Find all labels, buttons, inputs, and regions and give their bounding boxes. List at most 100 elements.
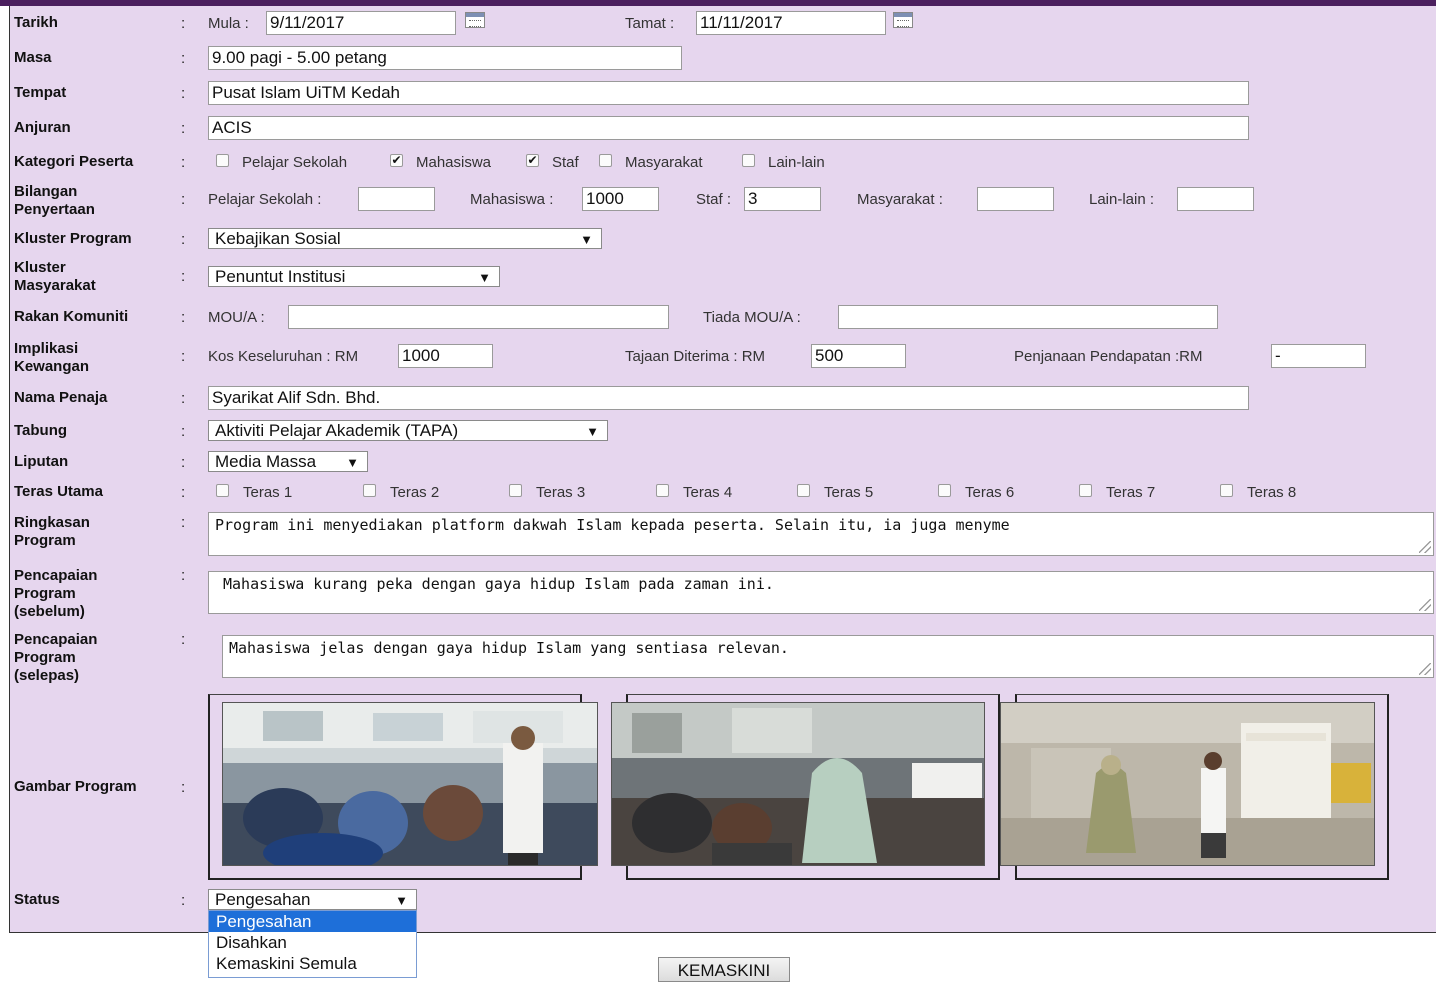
masyarakat-label: Masyarakat : xyxy=(857,191,943,208)
colon: : xyxy=(181,892,186,909)
textarea-text: Mahasiswa kurang peka dengan gaya hidup … xyxy=(223,575,774,593)
checkbox-label: Teras 3 xyxy=(536,484,586,501)
ringkasan-textarea[interactable]: Program ini menyediakan platform dakwah … xyxy=(208,512,1434,556)
mula-label: Mula : xyxy=(208,15,249,32)
label-tabung: Tabung xyxy=(14,422,68,439)
checkbox-label: Teras 1 xyxy=(243,484,293,501)
tiada-mou-input[interactable] xyxy=(838,305,1218,329)
colon: : xyxy=(181,390,186,407)
anjuran-input[interactable]: ACIS xyxy=(208,116,1249,140)
tabung-select[interactable]: Aktiviti Pelajar Akademik (TAPA) ▼ xyxy=(208,420,608,441)
label-kategori-peserta: Kategori Peserta xyxy=(14,153,134,170)
mahasiswa-count-input[interactable]: 1000 xyxy=(582,187,659,211)
tajaan-input[interactable]: 500 xyxy=(811,344,906,368)
colon: : xyxy=(181,567,186,584)
masa-input[interactable]: 9.00 pagi - 5.00 petang xyxy=(208,46,682,70)
calendar-icon[interactable] xyxy=(893,12,913,28)
program-photo-1[interactable] xyxy=(222,702,598,866)
pencapaian-sebelum-textarea[interactable]: Mahasiswa kurang peka dengan gaya hidup … xyxy=(208,571,1434,614)
pelajar-sekolah-label: Pelajar Sekolah : xyxy=(208,191,322,208)
checkbox-teras-5[interactable] xyxy=(797,484,810,497)
checkbox-teras-4[interactable] xyxy=(656,484,669,497)
pelajar-sekolah-count-input[interactable] xyxy=(358,187,435,211)
checkbox-label: Teras 5 xyxy=(824,484,874,501)
label-teras-utama: Teras Utama xyxy=(14,483,103,500)
resize-handle-icon[interactable] xyxy=(1419,599,1431,611)
label-program: Program xyxy=(14,649,76,666)
staf-count-input[interactable]: 3 xyxy=(744,187,821,211)
checkbox-teras-6[interactable] xyxy=(938,484,951,497)
kemaskini-button[interactable]: KEMASKINI xyxy=(658,957,790,982)
checkbox-label: Teras 8 xyxy=(1247,484,1297,501)
kluster-masyarakat-select[interactable]: Penuntut Institusi ▼ xyxy=(208,266,500,287)
textarea-text: Program ini menyediakan platform dakwah … xyxy=(215,516,1010,534)
checkbox-mahasiswa[interactable]: ✔ xyxy=(390,154,403,167)
status-option-disahkan[interactable]: Disahkan xyxy=(209,932,416,953)
calendar-icon[interactable] xyxy=(465,12,485,28)
kluster-program-select[interactable]: Kebajikan Sosial ▼ xyxy=(208,228,602,249)
status-option-kemaskini-semula[interactable]: Kemaskini Semula xyxy=(209,953,416,974)
program-photo-2[interactable] xyxy=(611,702,985,866)
checkbox-label: Teras 6 xyxy=(965,484,1015,501)
checkbox-teras-8[interactable] xyxy=(1220,484,1233,497)
tamat-date-input[interactable]: 11/11/2017 xyxy=(696,11,886,35)
checkbox-label: Staf xyxy=(552,154,579,171)
resize-handle-icon[interactable] xyxy=(1419,663,1431,675)
checkbox-label: Pelajar Sekolah xyxy=(242,154,348,171)
checkbox-label: Lain-lain xyxy=(768,154,825,171)
checkbox-lain-lain[interactable] xyxy=(742,154,755,167)
colon: : xyxy=(181,50,186,67)
checkbox-teras-3[interactable] xyxy=(509,484,522,497)
resize-handle-icon[interactable] xyxy=(1419,541,1431,553)
checkbox-teras-2[interactable] xyxy=(363,484,376,497)
mou-input[interactable] xyxy=(288,305,669,329)
checkbox-masyarakat[interactable] xyxy=(599,154,612,167)
dropdown-arrow-icon: ▼ xyxy=(580,232,593,247)
mula-date-input[interactable]: 9/11/2017 xyxy=(266,11,456,35)
label-anjuran: Anjuran xyxy=(14,119,71,136)
liputan-select[interactable]: Media Massa ▼ xyxy=(208,451,368,472)
program-photo-3[interactable] xyxy=(1000,702,1375,866)
label-kluster-program: Kluster Program xyxy=(14,230,132,247)
checkbox-staf[interactable]: ✔ xyxy=(526,154,539,167)
pencapaian-selepas-textarea[interactable]: Mahasiswa jelas dengan gaya hidup Islam … xyxy=(222,635,1434,678)
label-program: Program xyxy=(14,585,76,602)
colon: : xyxy=(181,120,186,137)
colon: : xyxy=(181,309,186,326)
label-kluster: Kluster xyxy=(14,259,66,276)
label-sebelum: (sebelum) xyxy=(14,603,85,620)
select-value: Pengesahan xyxy=(215,890,311,909)
kos-input[interactable]: 1000 xyxy=(398,344,493,368)
nama-penaja-input[interactable]: Syarikat Alif Sdn. Bhd. xyxy=(208,386,1249,410)
checkbox-pelajar-sekolah[interactable] xyxy=(216,154,229,167)
tempat-input[interactable]: Pusat Islam UiTM Kedah xyxy=(208,81,1249,105)
colon: : xyxy=(181,268,186,285)
checkbox-teras-7[interactable] xyxy=(1079,484,1092,497)
classroom-photo-image xyxy=(223,703,597,865)
colon: : xyxy=(181,231,186,248)
tiada-mou-label: Tiada MOU/A : xyxy=(703,309,801,326)
colon: : xyxy=(181,779,186,796)
label-tempat: Tempat xyxy=(14,84,67,101)
label-masa: Masa xyxy=(14,49,52,66)
dropdown-arrow-icon: ▼ xyxy=(478,270,491,285)
select-value: Penuntut Institusi xyxy=(215,267,346,286)
colon: : xyxy=(181,154,186,171)
masyarakat-count-input[interactable] xyxy=(977,187,1054,211)
penjanaan-input[interactable]: - xyxy=(1271,344,1366,368)
label-liputan: Liputan xyxy=(14,453,69,470)
dropdown-arrow-icon: ▼ xyxy=(346,455,359,470)
status-select[interactable]: Pengesahan ▼ xyxy=(208,889,417,910)
staf-label: Staf : xyxy=(696,191,732,208)
select-value: Kebajikan Sosial xyxy=(215,229,341,248)
lain-lain-count-input[interactable] xyxy=(1177,187,1254,211)
status-option-pengesahan[interactable]: Pengesahan xyxy=(209,911,416,932)
checkbox-teras-1[interactable] xyxy=(216,484,229,497)
mou-label: MOU/A : xyxy=(208,309,265,326)
select-value: Media Massa xyxy=(215,452,317,471)
label-status: Status xyxy=(14,891,60,908)
checkbox-label: Mahasiswa xyxy=(416,154,492,171)
textarea-text: Mahasiswa jelas dengan gaya hidup Islam … xyxy=(229,639,789,657)
colon: : xyxy=(181,631,186,648)
label-rakan-komuniti: Rakan Komuniti xyxy=(14,308,129,325)
